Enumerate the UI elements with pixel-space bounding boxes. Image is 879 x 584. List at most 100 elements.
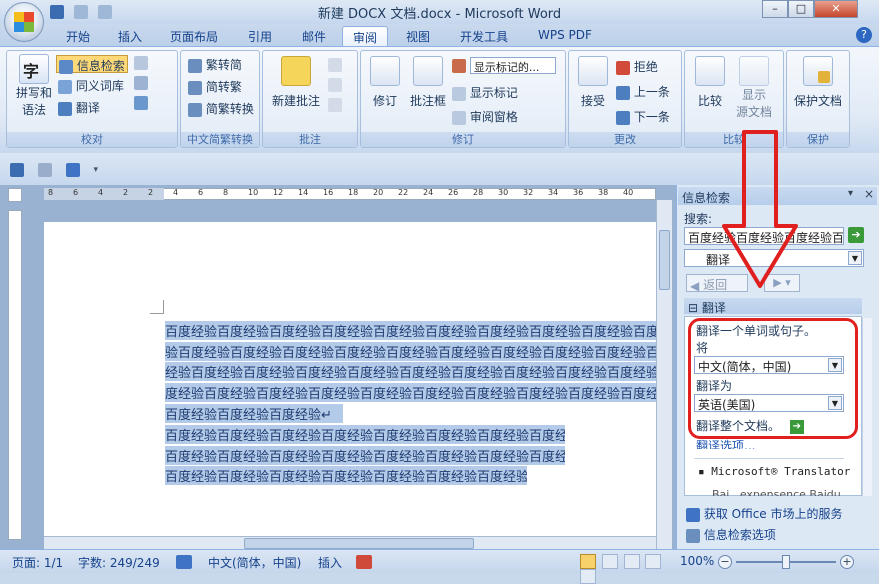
next-change-button[interactable]: 下一条 [616, 108, 670, 125]
research-options-label: 信息检索选项 [703, 528, 776, 542]
reject-button[interactable]: 拒绝 [616, 58, 658, 75]
group-label: 更改 [569, 132, 681, 147]
horizontal-scrollbar[interactable] [44, 536, 656, 550]
document-line[interactable]: 度经验百度经验百度经验百度经验百度经验百度经验百度经验百度经验百度经验百度经验 [165, 383, 656, 402]
to-simplified-label: 繁转简 [205, 58, 242, 72]
full-screen-icon[interactable] [601, 554, 618, 569]
tab-selector[interactable] [8, 188, 22, 202]
tab-home[interactable]: 开始 [56, 26, 100, 46]
qat-redo-icon[interactable] [65, 162, 80, 177]
group-label: 校对 [7, 132, 177, 147]
convert-label: 简繁转换 [205, 102, 254, 116]
divider [694, 458, 844, 459]
tab-mailings[interactable]: 邮件 [292, 26, 336, 46]
vertical-scrollbar[interactable] [656, 200, 672, 550]
balloons-button[interactable]: 批注框 [408, 56, 448, 109]
tab-developer[interactable]: 开发工具 [450, 26, 518, 46]
markup-display-select[interactable]: 显示标记的... [452, 57, 556, 74]
track-changes-button[interactable]: 修订 [366, 56, 404, 109]
previous-change-button[interactable]: 上一条 [616, 83, 670, 100]
minimize-button[interactable]: – [762, 0, 788, 18]
close-button[interactable]: ✕ [814, 0, 858, 18]
pane-scrollbar[interactable] [862, 318, 872, 496]
document-line[interactable]: 经验百度经验百度经验百度经验百度经验百度经验百度经验百度经验百度经验百度经验百 [165, 362, 656, 381]
zoom-level[interactable]: 100% [680, 554, 714, 568]
undo-icon[interactable] [73, 4, 88, 19]
to-simplified-button[interactable]: 繁转简 [188, 56, 242, 73]
translate-button[interactable]: 翻译 [58, 99, 100, 116]
maximize-button[interactable]: □ [788, 0, 814, 18]
chevron-down-icon: ▼ [848, 251, 862, 265]
tab-view[interactable]: 视图 [396, 26, 440, 46]
review-pane-button[interactable]: 审阅窗格 [452, 108, 518, 125]
new-comment-button[interactable]: 新建批注 [268, 56, 324, 109]
outline-icon[interactable] [645, 554, 662, 569]
redo-icon[interactable] [97, 4, 112, 19]
ruler-number: 22 [398, 188, 409, 197]
spelling-check-icon: 字 [19, 54, 49, 84]
thesaurus-button[interactable]: 同义词库 [58, 77, 124, 94]
macro-record-icon[interactable] [356, 555, 372, 569]
provider-name[interactable]: ▪ Microsoft® Translator [698, 465, 850, 478]
qat-save-icon[interactable] [10, 162, 24, 177]
draft-icon[interactable] [580, 569, 596, 584]
next-icon [616, 110, 630, 125]
research-button[interactable]: 信息检索 [56, 55, 128, 74]
translate-tip-icon[interactable] [134, 56, 148, 70]
insert-mode[interactable]: 插入 [318, 554, 342, 571]
document-line[interactable]: 验百度经验百度经验百度经验百度经验百度经验百度经验百度经验百度经验百度经验百度 [165, 342, 656, 361]
document-line[interactable]: 百度经验百度经验百度经验百度经验百度经验百度经验百度经验百度经验百↵ [165, 466, 527, 485]
web-layout-icon[interactable] [623, 554, 640, 569]
page-count[interactable]: 页面: 1/1 [12, 554, 63, 571]
to-traditional-button[interactable]: 简转繁 [188, 78, 242, 95]
quick-access-icons [50, 4, 120, 20]
show-markup-button[interactable]: 显示标记 [452, 84, 518, 101]
zoom-in-icon[interactable]: + [840, 555, 854, 569]
markup-display-value: 显示标记的... [469, 57, 556, 74]
tab-review[interactable]: 审阅 [342, 26, 389, 46]
tab-insert[interactable]: 插入 [108, 26, 152, 46]
document-line[interactable]: 百度经验百度经验百度经验↵ [165, 404, 343, 423]
help-icon[interactable]: ? [856, 27, 872, 43]
document-line[interactable]: 百度经验百度经验百度经验百度经验百度经验百度经验百度经验百度经验百度经验百度经 [165, 321, 656, 340]
next-comment-icon[interactable] [328, 98, 342, 112]
search-go-icon[interactable]: ➔ [848, 227, 864, 243]
office-button[interactable] [4, 2, 44, 42]
tab-page-layout[interactable]: 页面布局 [160, 26, 228, 46]
show-source-button[interactable]: 显示 源文档 [730, 56, 778, 120]
scroll-thumb[interactable] [659, 230, 670, 290]
pane-close-icon[interactable]: × [864, 187, 874, 201]
convert-button[interactable]: 简繁转换 [188, 100, 254, 117]
track-changes-label: 修订 [372, 94, 397, 108]
language-status[interactable]: 中文(简体，中国) [208, 554, 301, 571]
qat-undo-icon[interactable] [37, 162, 52, 177]
tab-wps-pdf[interactable]: WPS PDF [528, 26, 602, 46]
compare-button[interactable]: 比较 [690, 56, 730, 109]
research-icon [59, 59, 73, 74]
new-comment-label: 新建批注 [271, 94, 320, 108]
vertical-ruler[interactable] [8, 210, 22, 540]
translate-section-header[interactable]: ⊟ 翻译 [684, 298, 862, 315]
print-layout-icon[interactable] [580, 554, 596, 569]
document-line[interactable]: 百度经验百度经验百度经验百度经验百度经验百度经验百度经验百度经验↵ [165, 446, 565, 465]
proofing-status-icon[interactable] [176, 555, 192, 569]
tab-references[interactable]: 引用 [238, 26, 282, 46]
back-icon: ◀ [690, 278, 700, 293]
accept-button[interactable]: 接受 [574, 56, 612, 109]
zoom-out-icon[interactable]: − [718, 555, 732, 569]
spelling-grammar-button[interactable]: 字 拼写和 语法 [14, 54, 54, 118]
word-count-icon[interactable] [134, 76, 148, 90]
save-icon[interactable] [50, 4, 64, 19]
zoom-slider-thumb[interactable] [782, 555, 790, 569]
delete-comment-icon[interactable] [328, 58, 342, 72]
research-options-link[interactable]: 信息检索选项 [686, 526, 776, 543]
protect-document-button[interactable]: 保护文档 [790, 56, 846, 109]
previous-comment-icon[interactable] [328, 78, 342, 92]
language-icon[interactable] [134, 96, 148, 110]
get-services-link[interactable]: 获取 Office 市场上的服务 [686, 505, 843, 522]
qat-customize-icon[interactable]: ▾ [93, 165, 98, 175]
word-count[interactable]: 字数: 249/249 [78, 554, 160, 571]
pane-menu-icon[interactable]: ▾ [848, 188, 853, 199]
hscroll-thumb[interactable] [244, 538, 474, 549]
document-line[interactable]: 百度经验百度经验百度经验百度经验百度经验百度经验百度经验百度经验↵ [165, 425, 565, 444]
